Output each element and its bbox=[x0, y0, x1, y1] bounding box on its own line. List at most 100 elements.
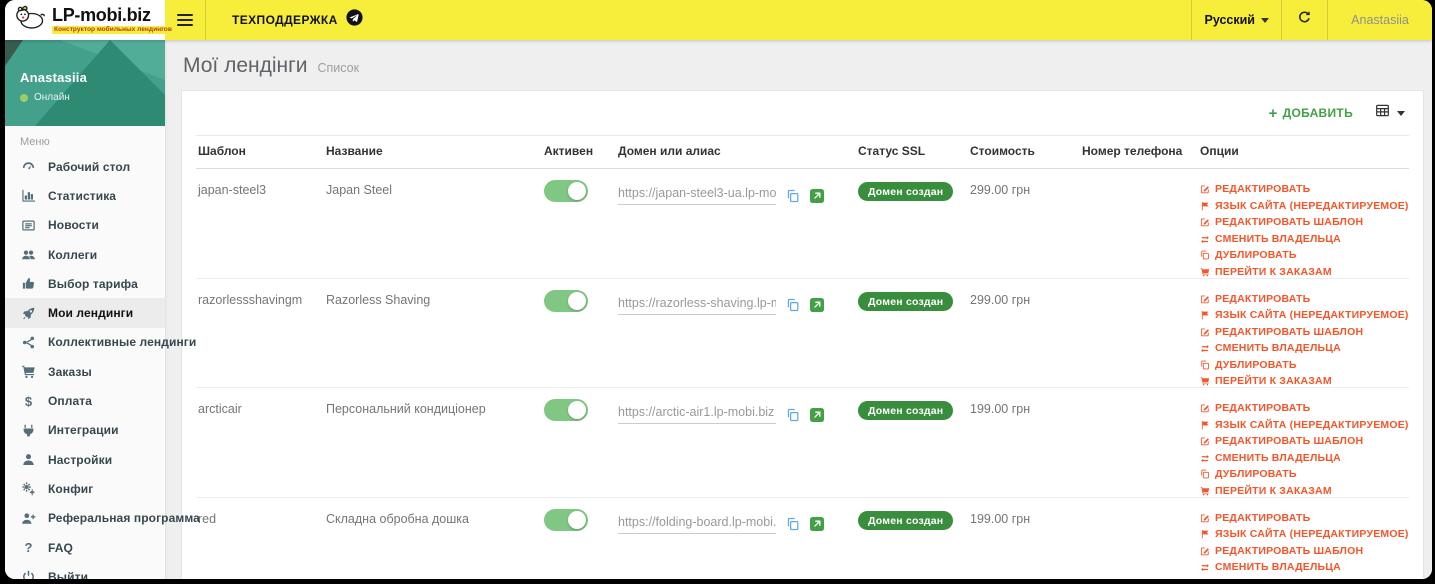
sidebar-item[interactable]: Настройки bbox=[5, 445, 165, 474]
active-toggle[interactable] bbox=[544, 508, 588, 531]
ssl-cell: Домен создан bbox=[856, 497, 968, 579]
option-link[interactable]: РЕДАКТИРОВАТЬ ШАБЛОН bbox=[1200, 326, 1403, 338]
sidebar-item-label: Конфиг bbox=[48, 481, 94, 496]
option-link[interactable]: РЕДАКТИРОВАТЬ ШАБЛОН bbox=[1200, 435, 1403, 447]
options-cell: РЕДАКТИРОВАТЬ ЯЗЫК САЙТА (НЕРЕДАКТИРУЕМО… bbox=[1198, 387, 1409, 498]
sidebar-item[interactable]: Выбор тарифа bbox=[5, 269, 165, 298]
active-toggle[interactable] bbox=[544, 180, 588, 202]
option-link[interactable]: ДУБЛИРОВАТЬ bbox=[1200, 468, 1403, 480]
options-cell: РЕДАКТИРОВАТЬ ЯЗЫК САЙТА (НЕРЕДАКТИРУЕМО… bbox=[1198, 168, 1409, 279]
sidebar-item[interactable]: Мои лендинги bbox=[5, 298, 165, 328]
refresh-button[interactable] bbox=[1282, 0, 1328, 40]
copy-icon[interactable] bbox=[786, 189, 800, 203]
option-link[interactable]: ЯЗЫК САЙТА (НЕРЕДАКТИРУЕМОЕ) bbox=[1200, 419, 1408, 431]
thumbsup-icon bbox=[20, 276, 37, 291]
active-toggle[interactable] bbox=[544, 399, 588, 421]
option-link[interactable]: РЕДАКТИРОВАТЬ bbox=[1200, 402, 1403, 414]
sidebar-item[interactable]: Конфиг bbox=[5, 474, 165, 503]
sidebar-menu: Рабочий стол Статистика Новости Коллеги … bbox=[5, 152, 200, 579]
option-link[interactable]: СМЕНИТЬ ВЛАДЕЛЬЦА bbox=[1200, 233, 1403, 245]
sidebar-item[interactable]: Интеграции bbox=[5, 416, 165, 445]
sidebar-item[interactable]: Статистика bbox=[5, 181, 165, 210]
user-panel: Anastasiia Онлайн bbox=[5, 40, 165, 126]
logo[interactable]: LP-mobi.biz Конструктор мобильных лендин… bbox=[5, 0, 174, 40]
option-link[interactable]: ДУБЛИРОВАТЬ bbox=[1200, 578, 1403, 580]
option-link[interactable]: ЯЗЫК САЙТА (НЕРЕДАКТИРУЕМОЕ) bbox=[1200, 528, 1408, 540]
option-link[interactable]: ДУБЛИРОВАТЬ bbox=[1200, 249, 1403, 261]
copy-icon[interactable] bbox=[786, 298, 800, 312]
exchange-icon bbox=[1200, 562, 1210, 572]
domain-input[interactable] bbox=[618, 405, 776, 424]
menu-section-label: Меню bbox=[20, 136, 50, 148]
add-button[interactable]: + ДОБАВИТЬ bbox=[1269, 106, 1353, 121]
chevron-down-icon bbox=[1261, 17, 1269, 23]
users-icon bbox=[20, 247, 37, 262]
sidebar-item[interactable]: Коллеги bbox=[5, 240, 165, 269]
open-external-icon[interactable] bbox=[810, 517, 824, 531]
duplicate-icon bbox=[1200, 250, 1210, 260]
copy-icon[interactable] bbox=[786, 517, 800, 531]
landings-card: + ДОБАВИТЬ Шаблон Название Активен Домен… bbox=[181, 90, 1424, 579]
col-price: Стоимость bbox=[968, 135, 1080, 169]
ssl-cell: Домен создан bbox=[856, 278, 968, 388]
sidebar-item[interactable]: Выйти bbox=[5, 562, 165, 579]
option-link[interactable]: ЯЗЫК САЙТА (НЕРЕДАКТИРУЕМОЕ) bbox=[1200, 309, 1408, 321]
option-link[interactable]: ПЕРЕЙТИ К ЗАКАЗАМ bbox=[1200, 266, 1403, 277]
copy-icon[interactable] bbox=[786, 408, 800, 422]
option-link-label: ДУБЛИРОВАТЬ bbox=[1215, 358, 1297, 371]
option-link[interactable]: ДУБЛИРОВАТЬ bbox=[1200, 359, 1403, 371]
option-link[interactable]: ПЕРЕЙТИ К ЗАКАЗАМ bbox=[1200, 375, 1403, 387]
option-link-label: ЯЗЫК САЙТА (НЕРЕДАКТИРУЕМОЕ) bbox=[1215, 418, 1409, 431]
domain-input[interactable] bbox=[618, 295, 776, 315]
option-link[interactable]: РЕДАКТИРОВАТЬ bbox=[1200, 512, 1403, 524]
template-cell: arcticair bbox=[196, 387, 324, 498]
option-link[interactable]: РЕДАКТИРОВАТЬ ШАБЛОН bbox=[1200, 216, 1403, 228]
option-link[interactable]: ПЕРЕЙТИ К ЗАКАЗАМ bbox=[1200, 485, 1403, 496]
option-link[interactable]: РЕДАКТИРОВАТЬ bbox=[1200, 183, 1403, 195]
active-cell bbox=[542, 168, 616, 279]
sidebar-item[interactable]: Рабочий стол bbox=[5, 152, 165, 181]
option-link-label: ДУБЛИРОВАТЬ bbox=[1215, 468, 1297, 480]
domain-cell bbox=[616, 278, 856, 388]
sidebar-item[interactable]: Заказы bbox=[5, 357, 165, 386]
col-phone: Номер телефона bbox=[1080, 135, 1198, 169]
sidebar-item[interactable]: Коллективные лендинги bbox=[5, 328, 196, 357]
sidebar-item[interactable]: $ Оплата bbox=[5, 386, 165, 415]
domain-cell bbox=[616, 497, 856, 579]
flag-icon bbox=[1200, 310, 1210, 320]
refresh-icon bbox=[1297, 10, 1312, 30]
gauge-icon bbox=[20, 159, 37, 174]
open-external-icon[interactable] bbox=[810, 407, 824, 422]
logo-dog-icon bbox=[11, 4, 47, 37]
cart-icon bbox=[1200, 267, 1210, 277]
open-external-icon[interactable] bbox=[810, 188, 824, 203]
option-link[interactable]: СМЕНИТЬ ВЛАДЕЛЬЦА bbox=[1200, 452, 1403, 464]
language-label: Русский bbox=[1204, 13, 1255, 27]
option-link[interactable]: РЕДАКТИРОВАТЬ bbox=[1200, 293, 1403, 305]
sidebar-item-label: Выйти bbox=[48, 569, 89, 579]
support-link[interactable]: ТЕХПОДДЕРЖКА bbox=[206, 0, 375, 40]
option-link[interactable]: СМЕНИТЬ ВЛАДЕЛЬЦА bbox=[1200, 561, 1403, 573]
landings-table: Шаблон Название Активен Домен или алиас … bbox=[196, 135, 1409, 579]
language-selector[interactable]: Русский bbox=[1191, 0, 1282, 40]
sidebar-item[interactable]: Новости bbox=[5, 211, 165, 240]
sidebar-item[interactable]: Реферальная программа bbox=[5, 504, 200, 533]
table-header-row: Шаблон Название Активен Домен или алиас … bbox=[196, 135, 1409, 169]
sidebar-item[interactable]: ? FAQ bbox=[5, 533, 165, 562]
domain-input[interactable] bbox=[618, 514, 776, 534]
option-link-label: СМЕНИТЬ ВЛАДЕЛЬЦА bbox=[1215, 451, 1341, 464]
open-external-icon[interactable] bbox=[810, 298, 824, 312]
option-link[interactable]: ЯЗЫК САЙТА (НЕРЕДАКТИРУЕМОЕ) bbox=[1200, 200, 1408, 212]
table-view-icon bbox=[1375, 103, 1390, 123]
ssl-cell: Домен создан bbox=[856, 387, 968, 498]
domain-cell bbox=[616, 168, 856, 279]
option-link[interactable]: РЕДАКТИРОВАТЬ ШАБЛОН bbox=[1200, 545, 1403, 557]
flag-icon bbox=[1200, 529, 1210, 539]
domain-input[interactable] bbox=[618, 186, 776, 205]
view-mode-button[interactable] bbox=[1375, 103, 1405, 123]
duplicate-icon bbox=[1200, 469, 1210, 479]
option-link[interactable]: СМЕНИТЬ ВЛАДЕЛЬЦА bbox=[1200, 342, 1403, 354]
user-menu[interactable]: Anastasiia bbox=[1328, 0, 1432, 40]
active-toggle[interactable] bbox=[544, 289, 588, 312]
sidebar-toggle-button[interactable] bbox=[165, 0, 206, 40]
